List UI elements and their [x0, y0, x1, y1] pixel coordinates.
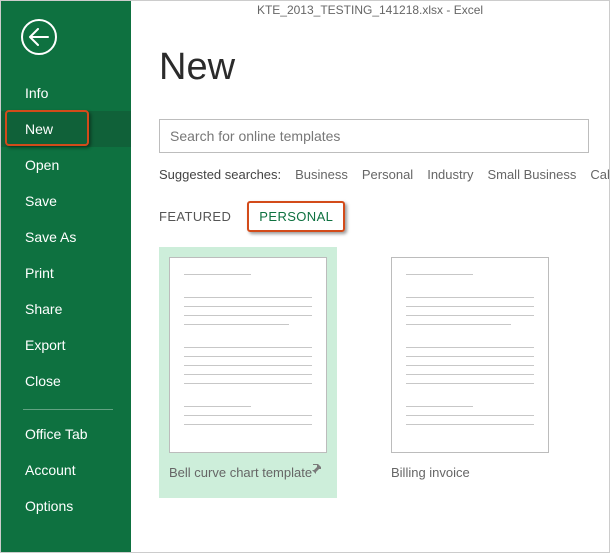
sidebar-item-share[interactable]: Share	[1, 291, 131, 327]
search-placeholder: Search for online templates	[170, 128, 340, 144]
main-panel: KTE_2013_TESTING_141218.xlsx - Excel New…	[131, 1, 609, 552]
sidebar-divider	[23, 409, 113, 410]
sidebar-item-print[interactable]: Print	[1, 255, 131, 291]
template-card-bell-curve[interactable]: Bell curve chart template	[159, 247, 337, 498]
tab-personal[interactable]: PERSONAL	[253, 206, 339, 227]
template-grid: Bell curve chart template Billing invoic…	[159, 247, 609, 498]
sidebar-item-save[interactable]: Save	[1, 183, 131, 219]
window-title: KTE_2013_TESTING_141218.xlsx - Excel	[131, 3, 609, 17]
tab-personal-label: PERSONAL	[259, 209, 333, 224]
page-title: New	[159, 46, 609, 89]
suggested-term-business[interactable]: Business	[295, 167, 348, 182]
suggested-searches: Suggested searches: Business Personal In…	[159, 167, 609, 182]
sidebar-item-close[interactable]: Close	[1, 363, 131, 399]
sidebar-item-info[interactable]: Info	[1, 75, 131, 111]
template-category-tabs: FEATURED PERSONAL	[159, 206, 609, 227]
template-card-billing-invoice[interactable]: Billing invoice	[381, 247, 559, 498]
sidebar-item-export[interactable]: Export	[1, 327, 131, 363]
suggested-term-small-business[interactable]: Small Business	[487, 167, 576, 182]
template-thumbnail	[391, 257, 549, 453]
template-name: Bell curve chart template	[169, 465, 327, 480]
suggested-term-calculator[interactable]: Calcu	[590, 167, 609, 182]
pin-icon[interactable]	[311, 462, 323, 480]
back-button[interactable]	[21, 19, 57, 55]
template-thumbnail	[169, 257, 327, 453]
sidebar-item-new[interactable]: New	[1, 111, 131, 147]
back-arrow-icon	[29, 28, 49, 46]
sidebar-item-open[interactable]: Open	[1, 147, 131, 183]
suggested-term-personal[interactable]: Personal	[362, 167, 413, 182]
backstage-sidebar: Info New Open Save Save As Print Share E…	[1, 1, 131, 552]
template-name: Billing invoice	[391, 465, 549, 480]
sidebar-item-account[interactable]: Account	[1, 452, 131, 488]
sidebar-item-office-tab[interactable]: Office Tab	[1, 416, 131, 452]
suggested-label: Suggested searches:	[159, 167, 281, 182]
suggested-term-industry[interactable]: Industry	[427, 167, 473, 182]
sidebar-item-save-as[interactable]: Save As	[1, 219, 131, 255]
sidebar-item-options[interactable]: Options	[1, 488, 131, 524]
template-search-input[interactable]: Search for online templates	[159, 119, 589, 153]
tab-featured[interactable]: FEATURED	[159, 209, 231, 224]
